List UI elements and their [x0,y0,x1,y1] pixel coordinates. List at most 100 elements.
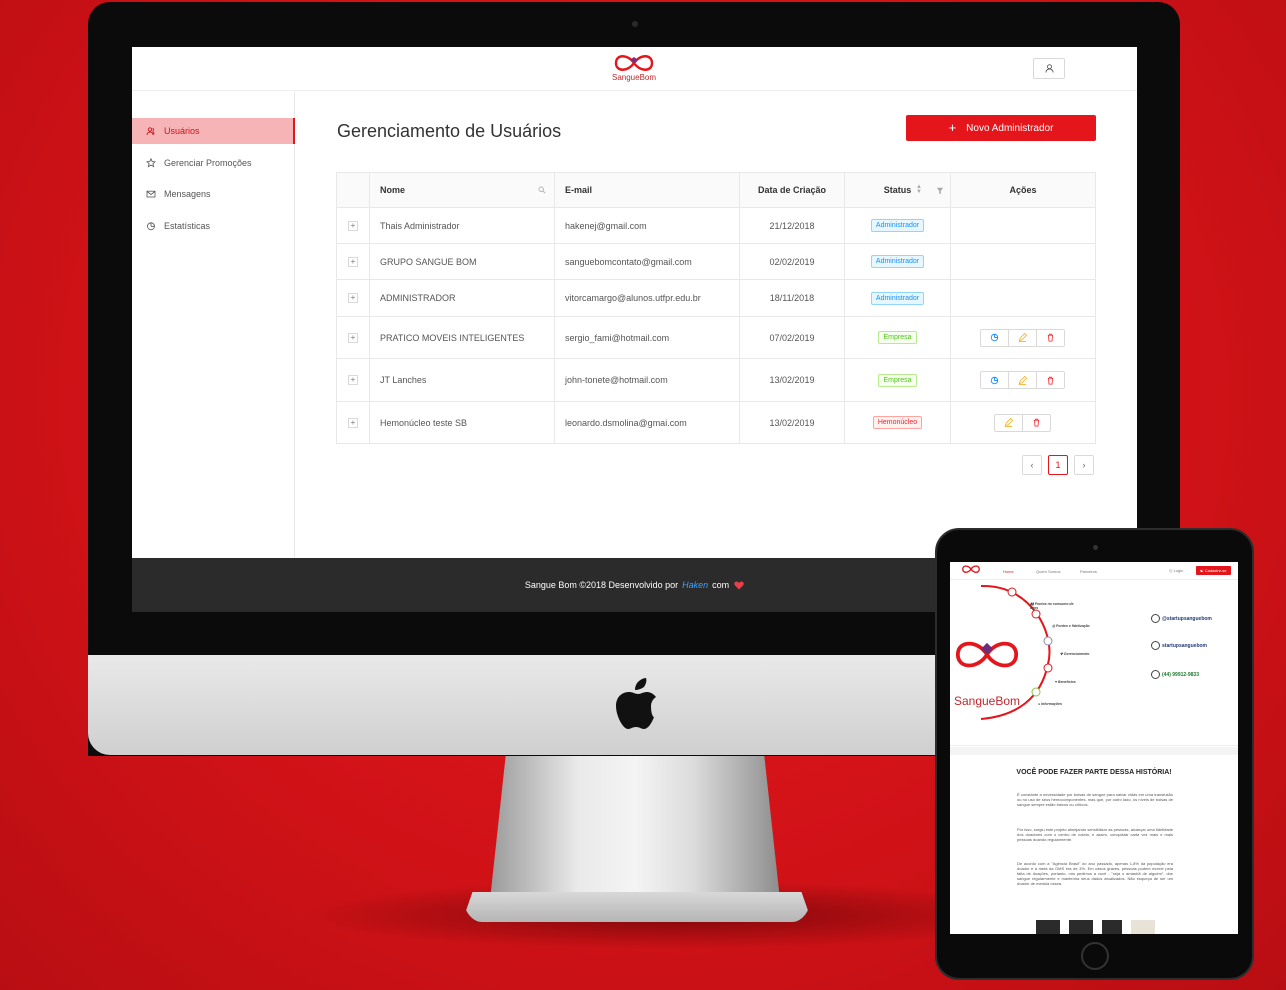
social-whatsapp[interactable]: (44) 99912-9833 [1151,670,1199,679]
author-link[interactable]: Haken [682,580,708,590]
page-title: Gerenciamento de Usuários [337,121,562,141]
prev-page-button[interactable]: ‹ [1022,455,1042,475]
tablet-paragraph: De acordo com a "Agência Brasil" do ano … [1017,861,1173,886]
status-cell: Administrador [844,243,951,280]
table-row: + Hemonúcleo teste SB leonardo.dsmolina@… [336,401,1096,444]
users-table: Nome E-mail Data de Criação Status ▲ ▼ Aç… [336,172,1096,444]
tablet-logo-icon [962,565,980,573]
name-cell: ADMINISTRADOR [369,279,555,317]
tablet-paragraph: Por isso, surgiu este projeto almejando … [1017,827,1173,842]
tablet-signup-button[interactable]: ☯ Cadastre-se [1196,566,1231,575]
column-header-status[interactable]: Status ▲ ▼ [844,172,951,208]
row-actions [961,328,1085,347]
next-page-button[interactable]: › [1074,455,1094,475]
search-icon[interactable] [538,186,546,194]
expand-cell: + [336,358,370,402]
section-divider [950,747,1238,755]
expand-row-button[interactable]: + [348,220,358,231]
star-icon [146,158,156,168]
stats-icon [990,376,999,385]
status-badge: Hemonúcleo [872,416,923,429]
edit-icon [1018,375,1027,385]
pie-chart-icon [146,221,156,231]
whatsapp-icon [1151,670,1160,679]
user-menu-button[interactable] [1033,58,1065,79]
delete-icon [1032,418,1041,427]
expand-cell: + [336,207,370,244]
page-button-current[interactable]: 1 [1048,455,1068,475]
tablet-screen: Home Quem Somos Parceiros ◷ Login ☯ Cada… [950,562,1238,934]
edit-button[interactable] [994,413,1023,432]
monitor-stand [490,740,780,900]
edit-button[interactable] [1008,371,1037,389]
expand-row-button[interactable]: + [348,375,358,385]
sidebar-item-mensagens[interactable]: Mensagens [132,181,295,207]
social-facebook[interactable]: @startupsanguebom [1151,614,1212,623]
pagination: ‹ 1 › [1022,455,1094,475]
status-badge: Empresa [878,331,917,344]
footer-text: Sangue Bom ©2018 Desenvolvido por [524,580,679,590]
date-cell: 21/12/2018 [739,207,845,244]
sidebar-item-estatisticas[interactable]: Estatísticas [132,213,295,239]
status-badge: Administrador [870,291,925,305]
expand-row-button[interactable]: + [348,293,358,303]
sort-icon[interactable]: ▲ ▼ [916,184,922,195]
status-badge: Administrador [870,219,925,232]
facebook-icon [1151,614,1160,623]
stats-button[interactable] [980,371,1009,389]
tablet-camera-icon [1093,545,1098,550]
new-admin-button[interactable]: + Novo Administrador [906,115,1096,141]
column-header-data: Data de Criação [739,172,845,208]
status-cell: Empresa [844,358,951,402]
delete-icon [1046,376,1055,385]
table-row: + ADMINISTRADOR vitorcamargo@alunos.utfp… [336,279,1096,317]
expand-row-button[interactable]: + [348,417,358,428]
expand-row-button[interactable]: + [348,256,358,267]
status-badge: Empresa [878,373,917,387]
table-row: + GRUPO SANGUE BOM sanguebomcontato@gmai… [336,243,1096,280]
sidebar-item-promocoes[interactable]: Gerenciar Promoções [132,150,295,176]
delete-button[interactable] [1036,328,1065,347]
footer-text-after: com [712,580,730,590]
stats-button[interactable] [980,328,1009,347]
edit-icon [1004,418,1013,427]
camera-icon [632,21,638,27]
top-bar: SangueBom [132,47,1137,91]
delete-button[interactable] [1022,413,1051,432]
infinity-logo-icon [614,55,654,71]
team-photo [1069,920,1093,934]
new-admin-label: Novo Administrador [966,122,1054,134]
social-instagram[interactable]: startupsanguebom [1151,641,1207,650]
logo[interactable]: SangueBom [610,52,658,86]
tablet-nav-about[interactable]: Quem Somos [1036,569,1060,574]
email-cell: vitorcamargo@alunos.utfpr.edu.br [554,279,740,317]
table-row: + PRATICO MOVEIS INTELIGENTES sergio_fam… [336,316,1096,359]
sidebar-item-label: Usuários [164,126,200,136]
chevron-right-icon: › [1082,460,1086,470]
email-cell: leonardo.dsmolina@gmai.com [554,401,740,444]
filter-icon[interactable] [936,187,944,195]
expand-cell: + [336,401,370,444]
feature-text: ▮▮ Pontos no consumo de bens [1030,602,1074,610]
actions-cell [950,316,1096,359]
tablet-login-link[interactable]: ◷ Login [1169,568,1183,573]
team-photo [1102,920,1122,934]
name-cell: Thais Administrador [369,207,555,244]
table-header-row: Nome E-mail Data de Criação Status ▲ ▼ Aç… [336,172,1096,208]
sidebar-item-label: Estatísticas [164,221,211,231]
sidebar-item-usuarios[interactable]: Usuários [132,118,295,144]
edit-button[interactable] [1008,328,1037,347]
column-header-nome[interactable]: Nome [369,172,555,208]
delete-icon [1046,333,1055,342]
delete-button[interactable] [1036,371,1065,389]
tablet-nav-home[interactable]: Home [1003,569,1014,574]
monitor-foot [462,892,812,922]
team-photo [1131,920,1155,934]
expand-row-button[interactable]: + [348,332,358,343]
status-cell: Administrador [844,207,951,244]
tablet-nav-partners[interactable]: Parceiros [1080,569,1097,574]
email-cell: sergio_fami@hotmail.com [554,316,740,359]
user-icon [1044,64,1054,73]
feature-text: ✚ Gerenciamento [1060,652,1090,656]
sidebar-item-label: Mensagens [164,189,211,199]
